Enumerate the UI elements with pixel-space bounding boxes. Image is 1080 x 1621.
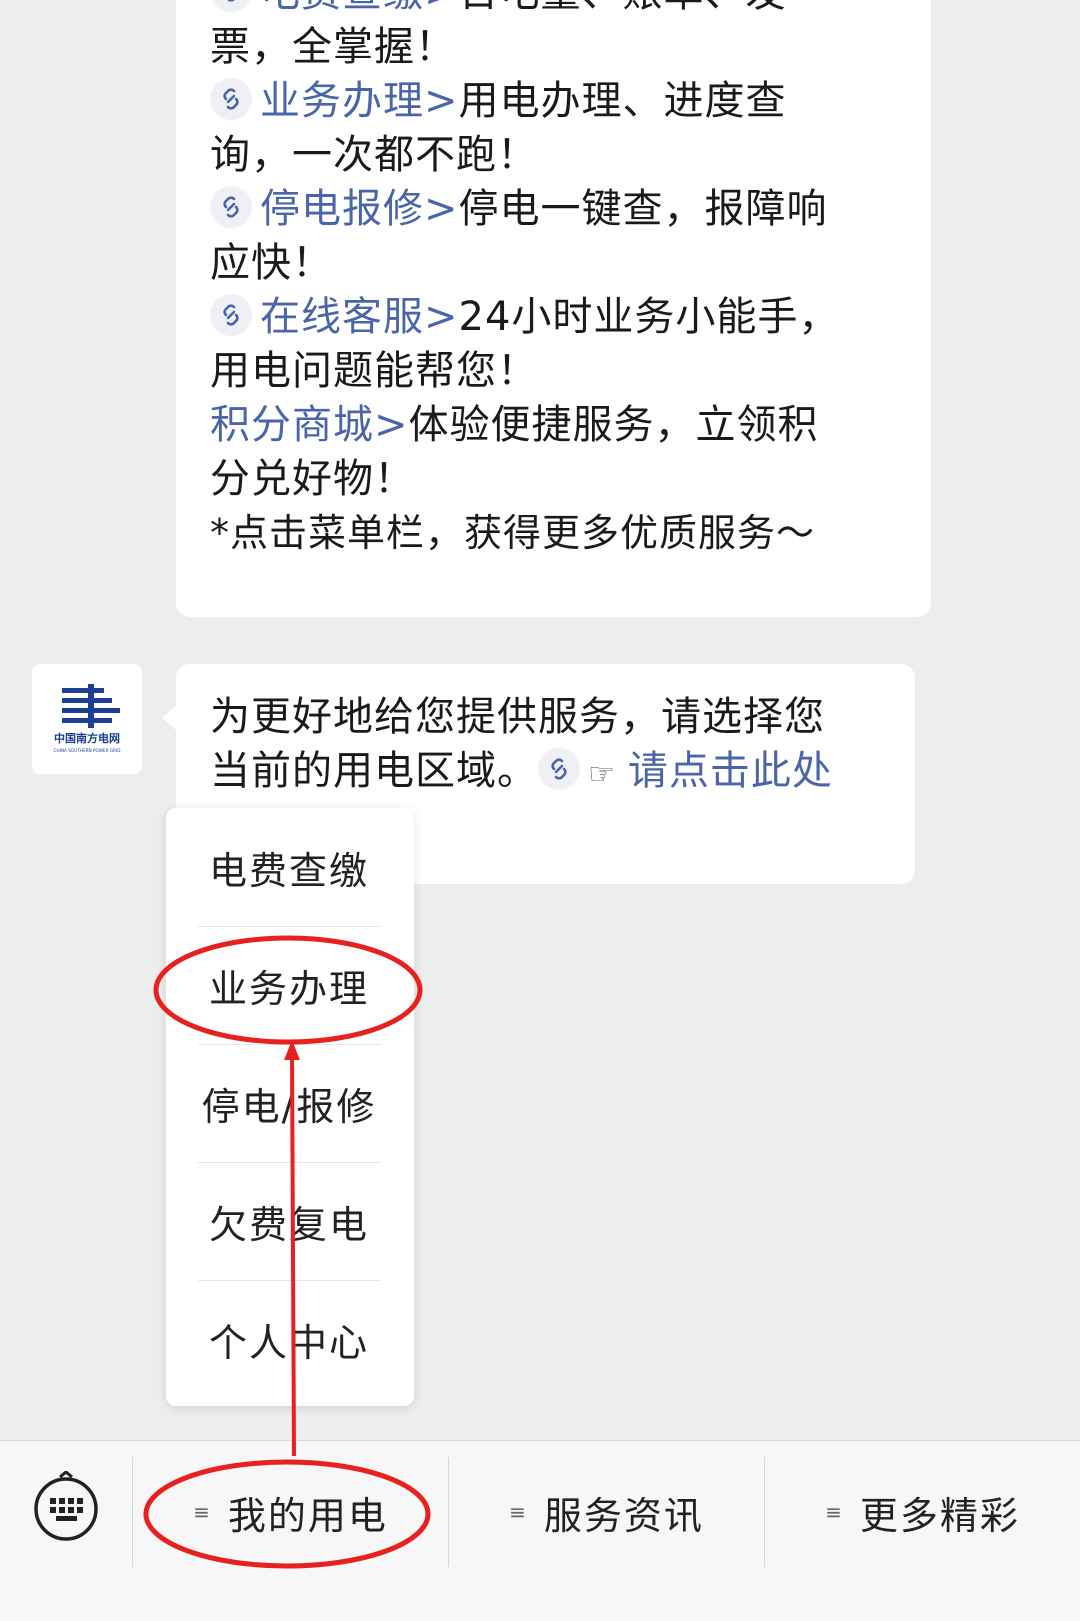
menu-item-arrears-restore[interactable]: 欠费复电 [198,1162,380,1280]
link-business[interactable]: 业务办理> [260,78,459,124]
svg-text:CHINA SOUTHERN POWER GRID: CHINA SOUTHERN POWER GRID [54,748,121,753]
message-line: 为更好地给您提供服务，请选择您 [210,694,825,740]
message-line: 应快！ [210,240,333,286]
message-line: 业务办理>用电办理、进度查 [210,74,787,128]
link-icon [210,78,252,120]
svg-text:中国南方电网: 中国南方电网 [54,731,120,745]
link-online-service[interactable]: 在线客服> [260,294,459,340]
message-line: 用电问题能帮您！ [210,348,538,394]
message-line: 票，全掌握！ [210,24,456,70]
menu-item-fee-query[interactable]: 电费查缴 [198,808,380,926]
message-line: 电费查缴>日电量、账单、发 [210,0,787,20]
avatar[interactable]: 中国南方电网 CHINA SOUTHERN POWER GRID [32,664,142,774]
bottom-menu-bar: ≡ 我的用电 ≡ 服务资讯 ≡ 更多精彩 [0,1440,1080,1621]
message-line: 在线客服>24小时业务小能手， [210,290,839,344]
link-icon [538,748,580,790]
link-select-region[interactable]: 请点击此处 [628,748,833,794]
link-icon [210,186,252,228]
message-bubble-services: 电费查缴>日电量、账单、发 票，全掌握！ 业务办理>用电办理、进度查 询，一次都… [176,0,931,617]
csg-logo-icon: 中国南方电网 CHINA SOUTHERN POWER GRID [54,684,121,753]
menu-item-business[interactable]: 业务办理 [198,926,380,1044]
three-lines-icon: ≡ [825,1500,844,1524]
menu-item-outage-repair[interactable]: 停电/报修 [198,1044,380,1162]
keyboard-icon [34,1470,98,1541]
popup-menu: 电费查缴 业务办理 停电/报修 欠费复电 个人中心 [166,808,414,1406]
link-icon [210,294,252,336]
message-line: 积分商城>体验便捷服务，立领积 [210,402,819,448]
pointing-hand-icon: ☞ [588,757,616,792]
three-lines-icon: ≡ [193,1500,212,1524]
message-line: 分兑好物！ [210,456,415,502]
keyboard-toggle-button[interactable] [30,1470,102,1543]
message-line: 当前的用电区域。 ☞ 请点击此处 [210,748,833,794]
message-line: 停电报修>停电一键查，报障响 [210,182,828,236]
tab-more[interactable]: ≡ 更多精彩 [765,1457,1080,1567]
tab-service-news[interactable]: ≡ 服务资讯 [449,1457,764,1567]
link-outage-repair[interactable]: 停电报修> [260,186,459,232]
menu-item-personal-center[interactable]: 个人中心 [198,1280,380,1398]
message-line: 询，一次都不跑！ [210,132,538,178]
three-lines-icon: ≡ [509,1500,528,1524]
link-icon [210,0,252,12]
tab-my-electricity[interactable]: ≡ 我的用电 [133,1457,448,1567]
link-points-mall[interactable]: 积分商城> [210,402,409,448]
link-fee-query[interactable]: 电费查缴> [260,0,459,16]
message-line: *点击菜单栏，获得更多优质服务～ [210,511,816,555]
